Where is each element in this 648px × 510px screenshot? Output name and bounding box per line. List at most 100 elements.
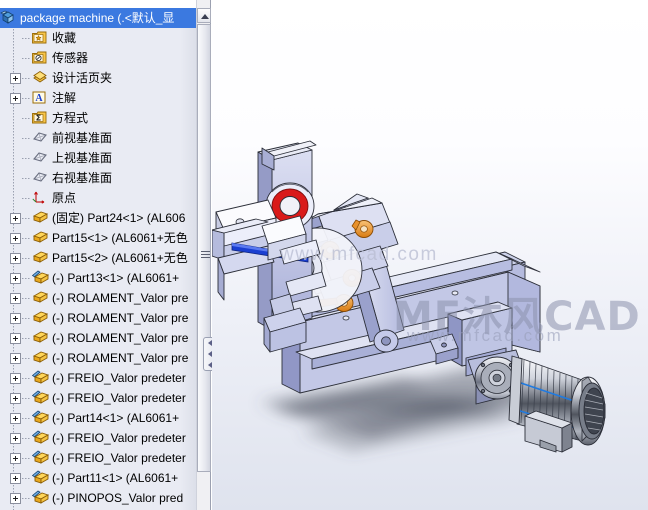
tree-node[interactable]: 上视基准面	[0, 148, 196, 168]
tree-node[interactable]: 传感器	[0, 48, 196, 68]
tree-node[interactable]: 收藏	[0, 28, 196, 48]
tree-node-label: 上视基准面	[52, 151, 113, 165]
electric-motor	[508, 355, 606, 453]
tree-node[interactable]: 原点	[0, 188, 196, 208]
tree-node[interactable]: Part15<1> (AL6061+无色	[0, 228, 196, 248]
part-flex-icon	[31, 470, 50, 486]
tree-node[interactable]: (-) ROLAMENT_Valor pre	[0, 348, 196, 368]
splitter-grip-icon[interactable]	[201, 249, 210, 258]
part-icon	[32, 310, 49, 326]
tree-node[interactable]: (-) ROLAMENT_Valor pre	[0, 308, 196, 328]
tree-connector	[22, 337, 31, 339]
tree-connector	[22, 417, 31, 419]
part-icon	[32, 350, 49, 366]
tree-connector	[22, 497, 31, 499]
expand-plus-icon[interactable]	[10, 412, 21, 424]
expand-plus-icon[interactable]	[10, 392, 21, 404]
part-flex-icon	[31, 450, 50, 466]
svg-text:A: A	[35, 93, 43, 104]
tree-node[interactable]: 设计活页夹	[0, 68, 196, 88]
expand-plus-icon[interactable]	[10, 72, 21, 84]
tree-node-label: (-) Part11<1> (AL6061+	[52, 471, 179, 485]
feature-tree-list[interactable]: package machine (.<默认_显收藏传感器设计活页夹 A 注解 Σ 方程式…	[0, 8, 196, 510]
tree-node[interactable]: (-) FREIO_Valor predeter	[0, 368, 196, 388]
tree-connector	[22, 237, 31, 239]
expand-plus-icon[interactable]	[10, 452, 21, 464]
tree-node[interactable]: A 注解	[0, 88, 196, 108]
expand-plus-icon[interactable]	[10, 272, 21, 284]
tree-node[interactable]: (-) FREIO_Valor predeter	[0, 448, 196, 468]
tree-node-label: 收藏	[52, 31, 77, 45]
origin-icon	[32, 190, 49, 206]
tree-node[interactable]: (-) Part14<1> (AL6061+	[0, 408, 196, 428]
expand-plus-icon[interactable]	[10, 472, 21, 484]
tree-node[interactable]: (-) Part13<1> (AL6061+	[0, 268, 196, 288]
tree-node[interactable]: Part15<2> (AL6061+无色	[0, 248, 196, 268]
tree-node[interactable]: 右视基准面	[0, 168, 196, 188]
part-flex-icon	[31, 410, 50, 426]
tree-vertical-scrollbar[interactable]	[196, 0, 211, 510]
expand-plus-icon[interactable]	[10, 252, 21, 264]
tree-node[interactable]: (-) ROLAMENT_Valor pre	[0, 328, 196, 348]
svg-text:Σ: Σ	[36, 114, 41, 123]
scroll-up-arrow-icon[interactable]	[197, 8, 211, 23]
tree-node[interactable]: (固定) Part24<1> (AL606	[0, 208, 196, 228]
expand-plus-icon[interactable]	[10, 312, 21, 324]
part-flex-icon	[31, 430, 50, 446]
tree-node-label: (-) FREIO_Valor predeter	[52, 451, 186, 465]
tree-node[interactable]: (-) FREIO_Valor predeter	[0, 428, 196, 448]
part-flex-icon	[31, 270, 50, 286]
tree-connector	[22, 437, 31, 439]
tree-node-label: 传感器	[52, 51, 89, 65]
tree-node-label: 原点	[52, 191, 77, 205]
expand-plus-icon[interactable]	[10, 432, 21, 444]
tree-node-label: (-) Part13<1> (AL6061+	[52, 271, 180, 285]
expand-plus-icon[interactable]	[10, 492, 21, 504]
graphics-viewport[interactable]: www.mfcad.com MF沐风CAD www.mfcad.com	[212, 0, 648, 510]
tree-node[interactable]: (-) ROLAMENT_Valor pre	[0, 288, 196, 308]
tree-node[interactable]: (-) PINOPOS_Valor pred	[0, 488, 196, 508]
tree-connector	[22, 257, 31, 259]
tree-connector	[22, 117, 31, 119]
expand-plus-icon[interactable]	[10, 212, 21, 224]
tree-connector	[22, 137, 31, 139]
tree-node-label: 右视基准面	[52, 171, 113, 185]
tree-node[interactable]: (-) Part11<1> (AL6061+	[0, 468, 196, 488]
scrollbar-thumb[interactable]	[197, 24, 211, 472]
expand-plus-icon[interactable]	[10, 352, 21, 364]
part-flex-icon	[31, 490, 50, 506]
cad-model-render[interactable]	[212, 0, 648, 510]
expand-plus-icon[interactable]	[10, 332, 21, 344]
tree-connector	[22, 37, 31, 39]
tree-connector	[22, 377, 31, 379]
part-icon	[32, 330, 49, 346]
part-icon	[32, 230, 49, 246]
assembly-icon	[0, 10, 17, 26]
tree-node-label: (-) ROLAMENT_Valor pre	[52, 351, 189, 365]
tree-node[interactable]: Σ 方程式	[0, 108, 196, 128]
expand-plus-icon[interactable]	[10, 372, 21, 384]
tree-connector	[22, 397, 31, 399]
expand-plus-icon[interactable]	[10, 92, 21, 104]
tree-root-node[interactable]: package machine (.<默认_显	[0, 8, 196, 28]
tree-connector	[22, 157, 31, 159]
tree-node[interactable]: 前视基准面	[0, 128, 196, 148]
tree-node[interactable]: (-) FREIO_Valor predeter	[0, 388, 196, 408]
favorites-folder-icon	[32, 30, 49, 46]
expand-plus-icon[interactable]	[10, 232, 21, 244]
part-icon	[32, 290, 49, 306]
expand-plus-icon[interactable]	[10, 292, 21, 304]
